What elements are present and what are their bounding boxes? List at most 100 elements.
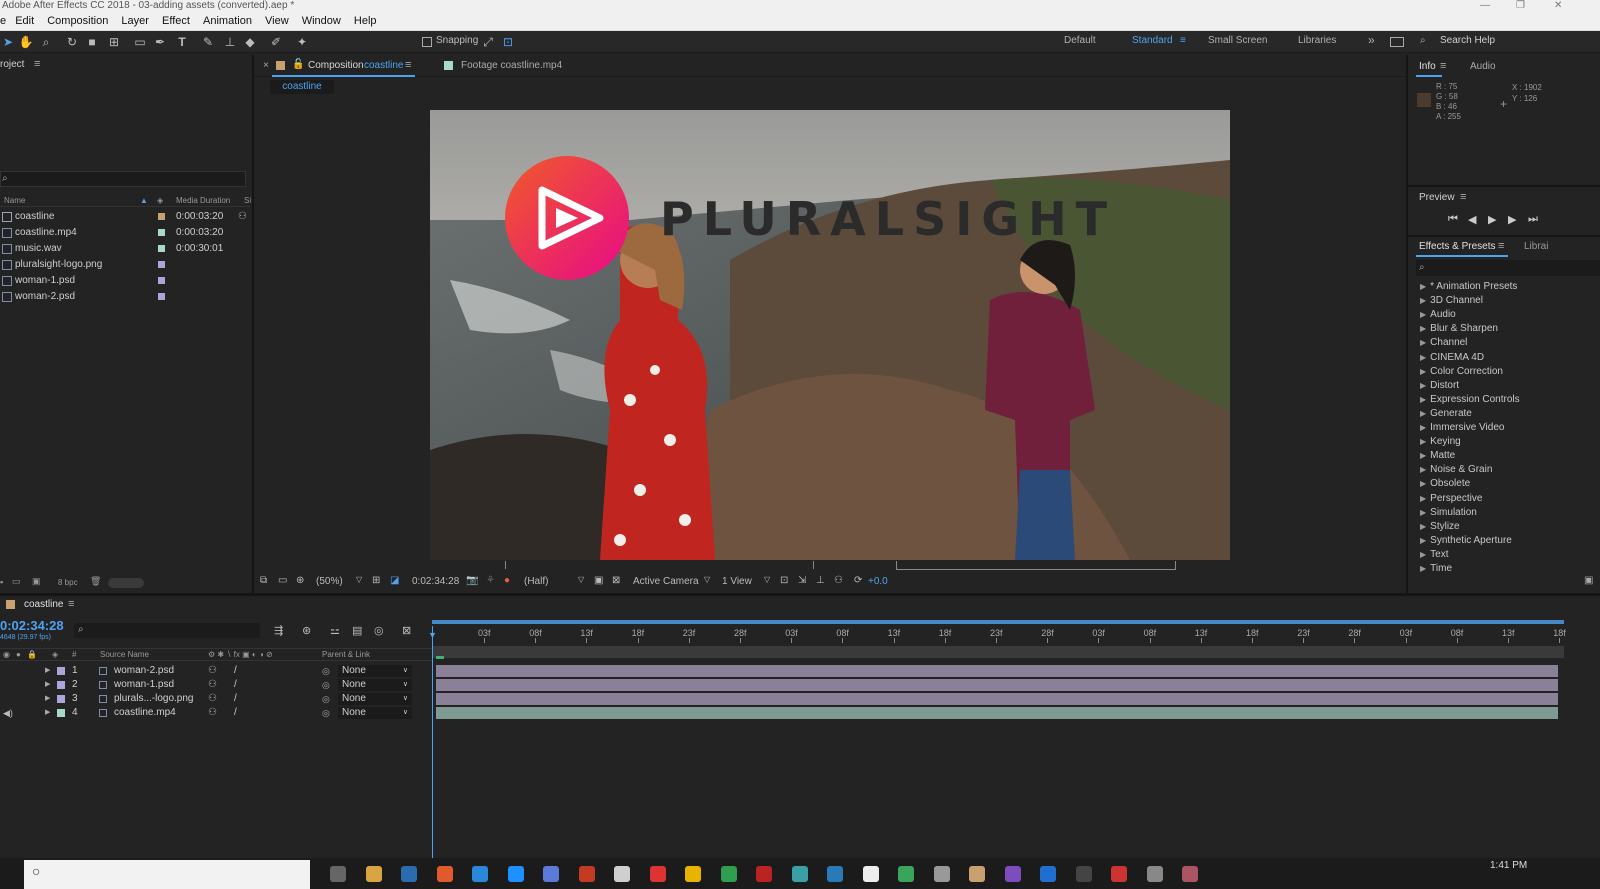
solo-icon[interactable]: ● xyxy=(16,649,21,661)
taskbar-app-icon[interactable] xyxy=(401,866,417,882)
taskbar-app-icon[interactable] xyxy=(685,866,701,882)
tab-info[interactable]: Info xyxy=(1419,61,1436,72)
effects-category[interactable]: ▶ Time xyxy=(1420,562,1452,576)
resolution-dropdown[interactable]: (Half) xyxy=(524,576,548,587)
time-ruler[interactable]: 03f 08f 13f 18f 23f 28f 03f 08f 13f 18f 23f 28f 03f 0… xyxy=(432,626,1566,643)
label-swatch[interactable] xyxy=(158,293,165,300)
workspace-standard[interactable]: Standard xyxy=(1132,35,1173,46)
expand-triangle-icon[interactable]: ▶ xyxy=(1420,409,1426,418)
column-name[interactable]: Name xyxy=(4,196,25,205)
composition-mini-flowchart-icon[interactable]: ⇶ xyxy=(274,624,283,637)
taskbar-app-icon[interactable] xyxy=(649,866,666,882)
menu-view[interactable]: View xyxy=(265,12,289,31)
shy-switch-icon[interactable]: ⚇ xyxy=(208,692,217,706)
new-bin-icon[interactable]: ▣ xyxy=(1584,575,1593,586)
expand-triangle-icon[interactable]: ▶ xyxy=(45,664,50,678)
chevron-down-icon[interactable]: ▽ xyxy=(764,575,770,584)
eraser-tool-icon[interactable]: ◆ xyxy=(242,34,258,50)
expand-triangle-icon[interactable]: ▶ xyxy=(1420,522,1426,531)
magnification-dropdown[interactable]: (50%) xyxy=(316,576,343,587)
layer-row[interactable]: ◀) ▶ 4 coastline.mp4 ⚇ / ◎ None ∨ xyxy=(0,706,430,720)
chevron-down-icon[interactable]: ▽ xyxy=(578,575,584,584)
project-item[interactable]: woman-1.psd xyxy=(0,273,250,289)
expand-triangle-icon[interactable]: ▶ xyxy=(1420,282,1426,291)
taskbar-app-icon[interactable] xyxy=(1146,866,1163,882)
expand-triangle-icon[interactable]: ▶ xyxy=(1420,381,1426,390)
expand-triangle-icon[interactable]: ▶ xyxy=(1420,296,1426,305)
pick-whip-icon[interactable]: ◎ xyxy=(322,664,330,678)
menu-composition[interactable]: Composition xyxy=(47,12,108,31)
taskbar-app-icon[interactable] xyxy=(1075,866,1092,882)
zoom-tool-icon[interactable]: ⌕ xyxy=(38,34,54,50)
taskbar-clock[interactable]: 1:41 PM xyxy=(1490,860,1527,871)
thumbnail-slider[interactable] xyxy=(108,578,144,588)
mask-visibility-icon[interactable]: ⊕ xyxy=(296,575,304,586)
always-preview-icon[interactable]: ⧉ xyxy=(260,575,267,586)
search-panel-icon[interactable] xyxy=(1390,37,1404,47)
effects-category[interactable]: ▶ Noise & Grain xyxy=(1420,463,1492,477)
playhead-handle-icon[interactable]: ▼ xyxy=(428,630,437,640)
timeline-menu-icon[interactable]: ≡ xyxy=(68,598,74,610)
menu-file[interactable]: e xyxy=(0,12,6,31)
column-source-name[interactable]: Source Name xyxy=(100,649,149,661)
expand-triangle-icon[interactable]: ▶ xyxy=(1420,550,1426,559)
menu-effect[interactable]: Effect xyxy=(162,12,190,31)
puppet-tool-icon[interactable]: ✦ xyxy=(294,34,310,50)
layer-source-name[interactable]: coastline.mp4 xyxy=(114,706,176,720)
rotate-tool-icon[interactable]: ↻ xyxy=(64,34,80,50)
search-help-field[interactable]: Search Help xyxy=(1440,35,1495,46)
timeline-current-time[interactable]: 0:02:34:28 xyxy=(0,618,64,633)
lock-icon[interactable]: 🔓 xyxy=(292,59,304,70)
expand-triangle-icon[interactable]: ▶ xyxy=(1420,310,1426,319)
layer-label-swatch[interactable] xyxy=(57,681,65,689)
menu-window[interactable]: Window xyxy=(302,12,341,31)
quality-switch-icon[interactable]: / xyxy=(234,692,237,706)
shy-switch-icon[interactable]: ⚇ xyxy=(208,664,217,678)
taskbar-app-icon[interactable] xyxy=(614,866,630,882)
play-icon[interactable]: ▶ xyxy=(1488,213,1496,226)
snapshot-camera-icon[interactable]: 📷 xyxy=(466,575,478,586)
workspace-default[interactable]: Default xyxy=(1064,35,1096,46)
layer-duration-bar[interactable] xyxy=(436,679,1558,691)
tab-footage-coastline[interactable]: Footage coastline.mp4 xyxy=(461,60,562,71)
snap-features-icon[interactable]: ⊡ xyxy=(500,34,516,50)
parent-dropdown[interactable]: None ∨ xyxy=(338,679,412,691)
flowchart-icon[interactable]: ⚇ xyxy=(834,575,843,586)
effects-category[interactable]: ▶ Stylize xyxy=(1420,520,1460,534)
clone-stamp-tool-icon[interactable]: ⊥ xyxy=(222,34,238,50)
taskbar-app-icon[interactable] xyxy=(720,866,737,882)
expand-triangle-icon[interactable]: ▶ xyxy=(1420,451,1426,460)
audio-toggle-icon[interactable]: ◀) xyxy=(3,706,13,720)
taskbar-app-icon[interactable] xyxy=(1182,866,1198,882)
taskbar-app-icon[interactable] xyxy=(1111,866,1127,882)
fast-previews-icon[interactable]: ⇲ xyxy=(798,575,806,586)
playhead-line[interactable] xyxy=(432,626,433,858)
taskbar-app-icon[interactable] xyxy=(472,866,488,882)
project-item[interactable]: pluralsight-logo.png xyxy=(0,257,250,273)
timeline-search-input[interactable]: ⌕ xyxy=(74,623,260,638)
column-extra[interactable]: Si xyxy=(244,196,251,205)
tab-composition-coastline[interactable]: coastline xyxy=(364,60,403,71)
layer-source-name[interactable]: woman-2.psd xyxy=(114,664,174,678)
monitor-icon[interactable]: ▭ xyxy=(278,575,287,586)
lock-icon[interactable]: 🔒 xyxy=(27,649,37,661)
expand-triangle-icon[interactable]: ▶ xyxy=(1420,479,1426,488)
motion-blur-icon[interactable]: ◎ xyxy=(374,624,384,637)
interpret-footage-icon[interactable]: ▪ xyxy=(0,577,3,587)
workspace-overflow-icon[interactable]: » xyxy=(1368,33,1375,47)
column-parent-link[interactable]: Parent & Link xyxy=(322,649,370,661)
effects-category[interactable]: ▶ Channel xyxy=(1420,336,1467,350)
taskbar-app-icon[interactable] xyxy=(969,866,985,882)
camera-tool-icon[interactable]: ■ xyxy=(84,34,100,50)
taskbar-app-icon[interactable] xyxy=(791,866,808,882)
previous-frame-icon[interactable]: ◀ xyxy=(1468,213,1476,226)
label-swatch[interactable] xyxy=(158,277,165,284)
graph-editor-icon[interactable]: ⊠ xyxy=(402,624,411,637)
pick-whip-icon[interactable]: ◎ xyxy=(322,692,330,706)
menu-animation[interactable]: Animation xyxy=(203,12,252,31)
parent-dropdown[interactable]: None ∨ xyxy=(338,693,412,705)
view-layout-dropdown[interactable]: 1 View xyxy=(722,576,752,587)
effects-category[interactable]: ▶ Audio xyxy=(1420,308,1456,322)
label-column-icon[interactable]: ◈ xyxy=(52,649,58,661)
effects-search-input[interactable]: ⌕ xyxy=(1416,260,1600,276)
